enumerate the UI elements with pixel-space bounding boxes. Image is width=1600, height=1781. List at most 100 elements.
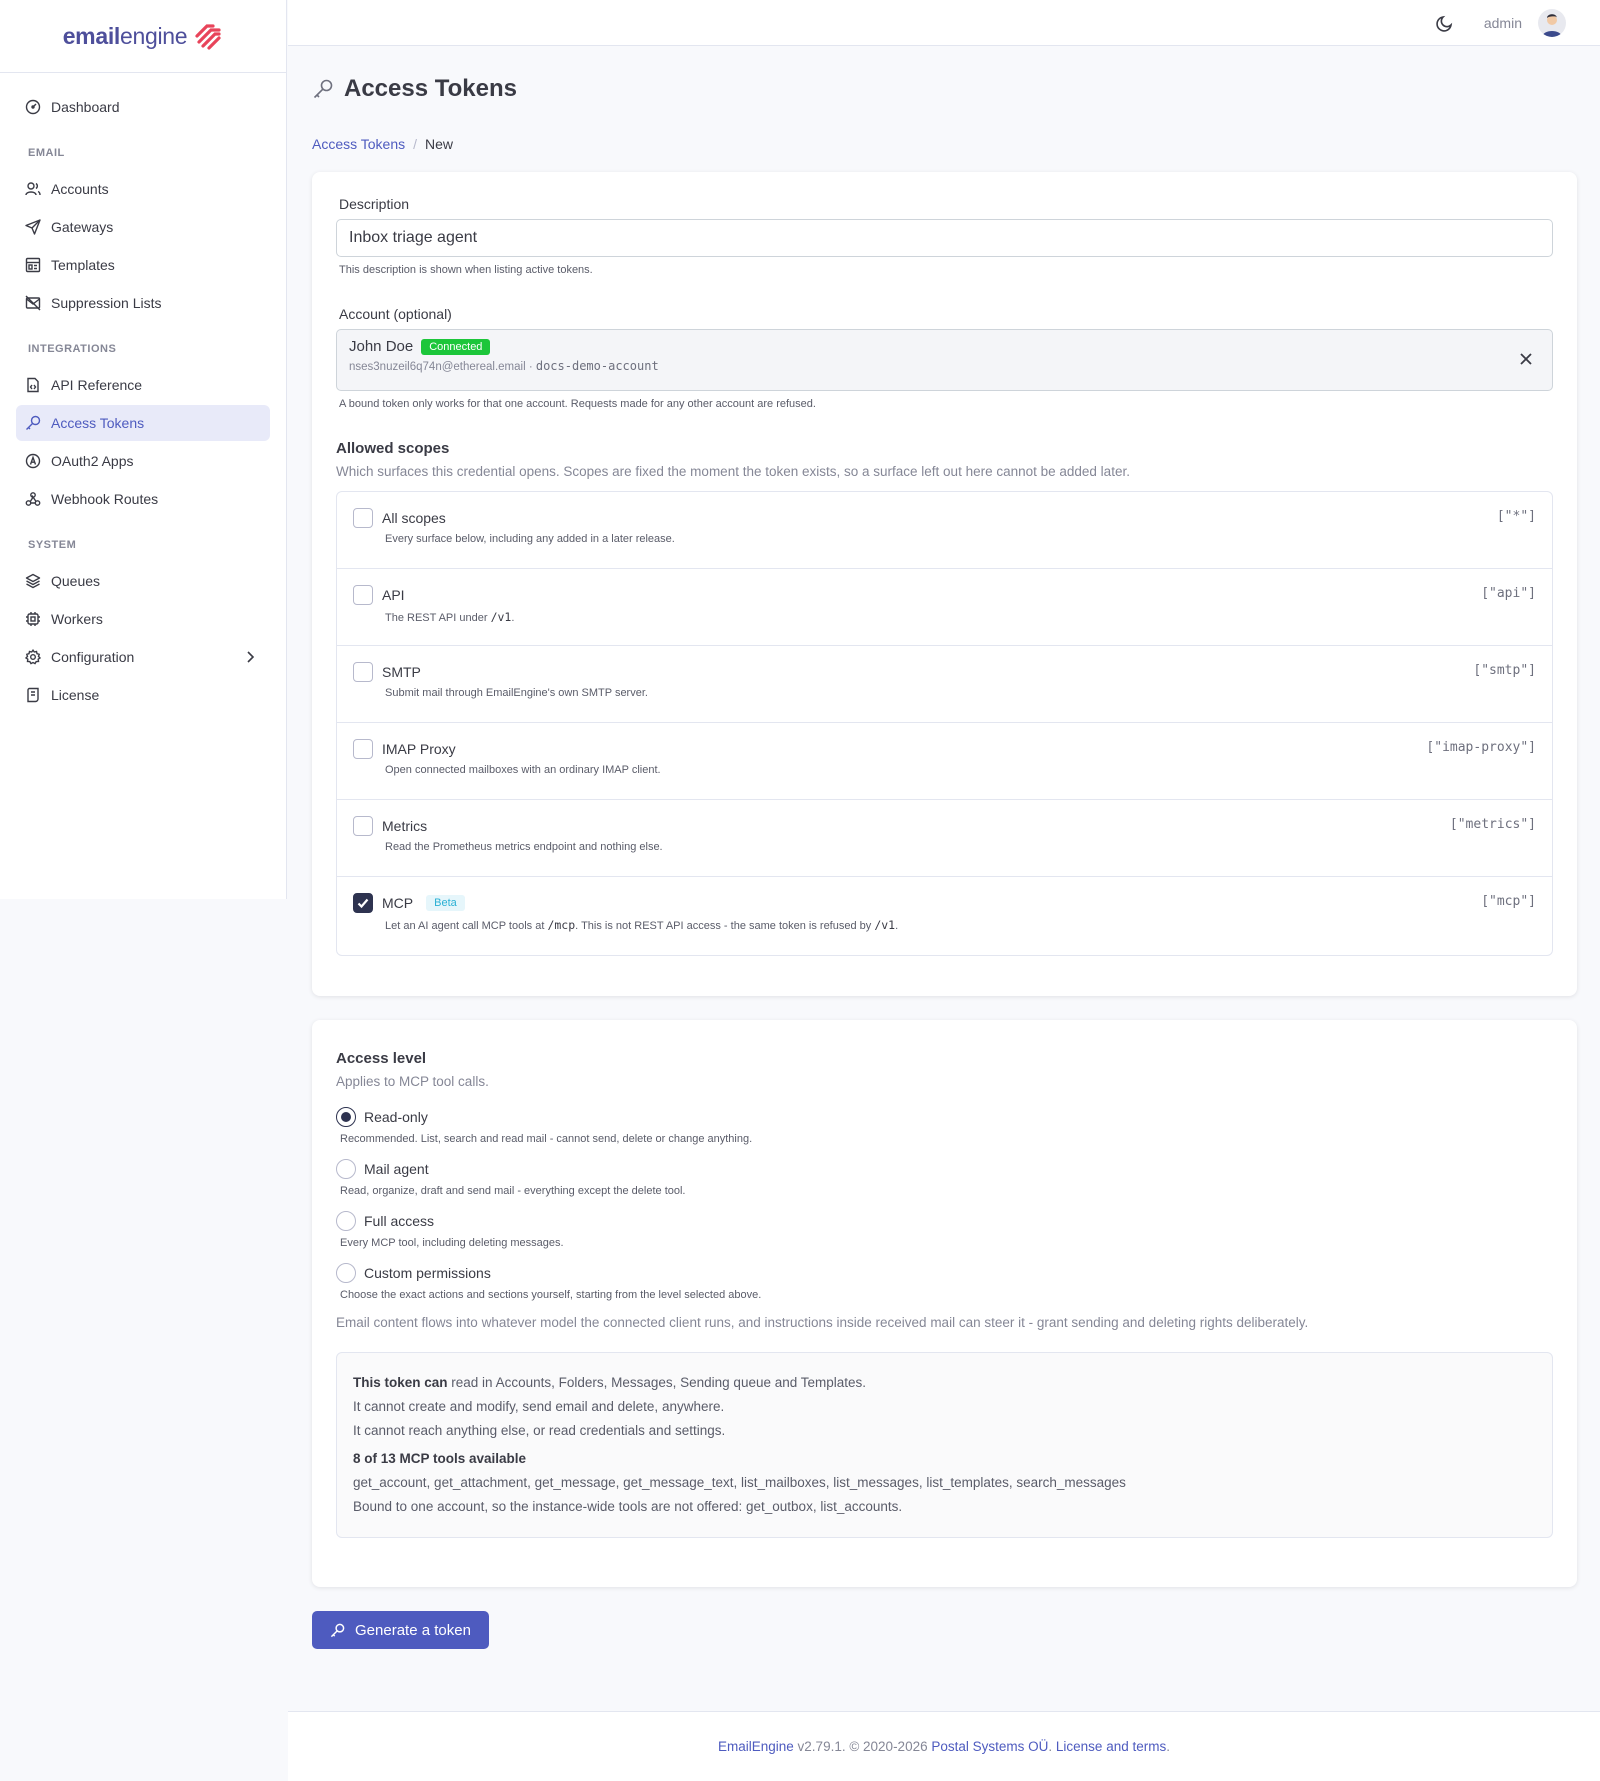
account-email: nses3nuzeil6q74n@ethereal.email · [349,361,536,373]
footer-product-link[interactable]: EmailEngine [718,1739,794,1754]
sidebar-item-access-tokens[interactable]: Access Tokens [16,405,270,441]
scope-desc: Let an AI agent call MCP tools at /mcp. … [385,918,899,932]
radio-label: Full access [364,1213,435,1229]
scope-api[interactable]: API The REST API under /v1. ["api"] [337,569,1552,646]
license-icon [25,687,41,703]
sidebar-item-accounts[interactable]: Accounts [16,171,270,207]
gear-icon [25,649,41,665]
scope-imap-proxy[interactable]: IMAP Proxy Open connected mailboxes with… [337,723,1552,800]
access-level-heading: Access level [336,1050,427,1067]
scope-code: ["metrics"] [1449,817,1536,832]
description-help: This description is shown when listing a… [339,264,593,276]
generate-token-label: Generate a token [355,1621,471,1639]
scope-api-checkbox[interactable] [353,585,373,605]
sidebar-item-suppression-lists[interactable]: Suppression Lists [16,285,270,321]
footer-company-link[interactable]: Postal Systems OÜ [931,1739,1048,1754]
access-level-subtitle: Applies to MCP tool calls. [336,1074,489,1089]
file-code-icon [25,377,41,393]
sidebar-item-label: API Reference [51,377,143,393]
scope-metrics[interactable]: Metrics Read the Prometheus metrics endp… [337,800,1552,877]
sidebar-item-queues[interactable]: Queues [16,563,270,599]
access-level-option-custom[interactable]: Custom permissions Choose the exact acti… [336,1263,1553,1301]
sidebar-item-label: Templates [51,257,115,273]
account-id: docs-demo-account [535,359,659,373]
access-level-option-mail-agent[interactable]: Mail agent Read, organize, draft and sen… [336,1159,1553,1197]
scope-imap-proxy-checkbox[interactable] [353,739,373,759]
sidebar-item-configuration[interactable]: Configuration [16,639,270,675]
scope-desc: Every surface below, including any added… [385,533,675,545]
scope-list: All scopes Every surface below, includin… [336,491,1553,956]
scope-code: ["imap-proxy"] [1426,740,1536,755]
scope-name: API [382,587,405,603]
clear-account-button[interactable] [1520,352,1532,368]
topbar: admin [288,0,1600,46]
avatar[interactable] [1538,8,1566,37]
radio-mail-agent[interactable] [336,1159,356,1179]
sidebar-item-api-reference[interactable]: API Reference [16,367,270,403]
sidebar-item-dashboard[interactable]: Dashboard [16,89,270,125]
sidebar-item-label: Access Tokens [51,415,145,431]
sidebar-item-label: Suppression Lists [51,295,162,311]
cpu-icon [25,611,41,627]
radio-label: Custom permissions [364,1265,491,1281]
summary-can-text: read in Accounts, Folders, Messages, Sen… [447,1375,867,1390]
breadcrumb-current: New [425,136,454,152]
sidebar-item-label: Gateways [51,219,114,235]
sidebar-item-workers[interactable]: Workers [16,601,270,637]
scope-mcp[interactable]: MCP Beta Let an AI agent call MCP tools … [337,877,1552,955]
scope-smtp[interactable]: SMTP Submit mail through EmailEngine's o… [337,646,1552,723]
checkmark-icon [357,898,369,909]
sidebar-item-label: Queues [51,573,101,589]
sidebar-item-webhook-routes[interactable]: Webhook Routes [16,481,270,517]
sidebar-item-templates[interactable]: Templates [16,247,270,283]
radio-custom-permissions[interactable] [336,1263,356,1283]
stack-icon [25,573,41,589]
scope-smtp-checkbox[interactable] [353,662,373,682]
footer-version: v2.79.1. © 2020-2026 [793,1739,932,1754]
dashboard-icon [25,99,41,115]
token-summary: This token can read in Accounts, Folders… [336,1352,1553,1538]
radio-desc: Read, organize, draft and send mail - ev… [340,1185,686,1197]
key-icon [25,415,41,431]
scope-desc: The REST API under /v1. [385,610,515,624]
generate-token-button[interactable]: Generate a token [312,1611,489,1649]
radio-full-access[interactable] [336,1211,356,1231]
main-content: Access Tokens Access Tokens / New Descri… [312,46,1577,1649]
radio-read-only[interactable] [336,1107,356,1127]
radio-desc: Every MCP tool, including deleting messa… [340,1237,564,1249]
footer-license-link[interactable]: License and terms [1056,1739,1166,1754]
breadcrumb-separator: / [413,136,418,152]
account-label: Account (optional) [339,306,452,322]
sidebar-item-label: Configuration [51,649,135,665]
dark-mode-toggle[interactable] [1436,14,1454,32]
radio-desc: Choose the exact actions and sections yo… [340,1289,762,1301]
account-select[interactable]: John Doe Connected nses3nuzeil6q74n@ethe… [336,329,1553,391]
scope-mcp-checkbox[interactable] [353,893,373,913]
users-icon [25,181,41,197]
access-level-option-full-access[interactable]: Full access Every MCP tool, including de… [336,1211,1553,1249]
scope-all-checkbox[interactable] [353,508,373,528]
scope-metrics-checkbox[interactable] [353,816,373,836]
description-label: Description [339,196,410,212]
status-badge: Connected [421,338,491,355]
page-title: Access Tokens [344,75,517,102]
brand-logo[interactable]: emailengine [0,0,286,73]
access-warning: Email content flows into whatever model … [336,1315,1309,1330]
scope-desc: Read the Prometheus metrics endpoint and… [385,841,663,853]
breadcrumb-parent-link[interactable]: Access Tokens [312,136,405,152]
account-name: John Doe [349,338,414,355]
scope-all[interactable]: All scopes Every surface below, includin… [337,492,1552,569]
sidebar-item-oauth2-apps[interactable]: OAuth2 Apps [16,443,270,479]
account-help: A bound token only works for that one ac… [339,398,816,410]
sidebar-item-license[interactable]: License [16,677,270,713]
scope-code: ["api"] [1481,586,1536,601]
username-label[interactable]: admin [1484,15,1522,31]
scope-code: ["*"] [1496,509,1536,524]
summary-can-bold: This token can [353,1375,448,1390]
brand-name-bold: email [62,22,121,49]
sidebar-item-label: License [51,687,100,703]
nav-heading-integrations: INTEGRATIONS [28,343,117,355]
description-input[interactable]: Inbox triage agent [336,219,1553,257]
access-level-option-read-only[interactable]: Read-only Recommended. List, search and … [336,1107,1553,1145]
sidebar-item-gateways[interactable]: Gateways [16,209,270,245]
